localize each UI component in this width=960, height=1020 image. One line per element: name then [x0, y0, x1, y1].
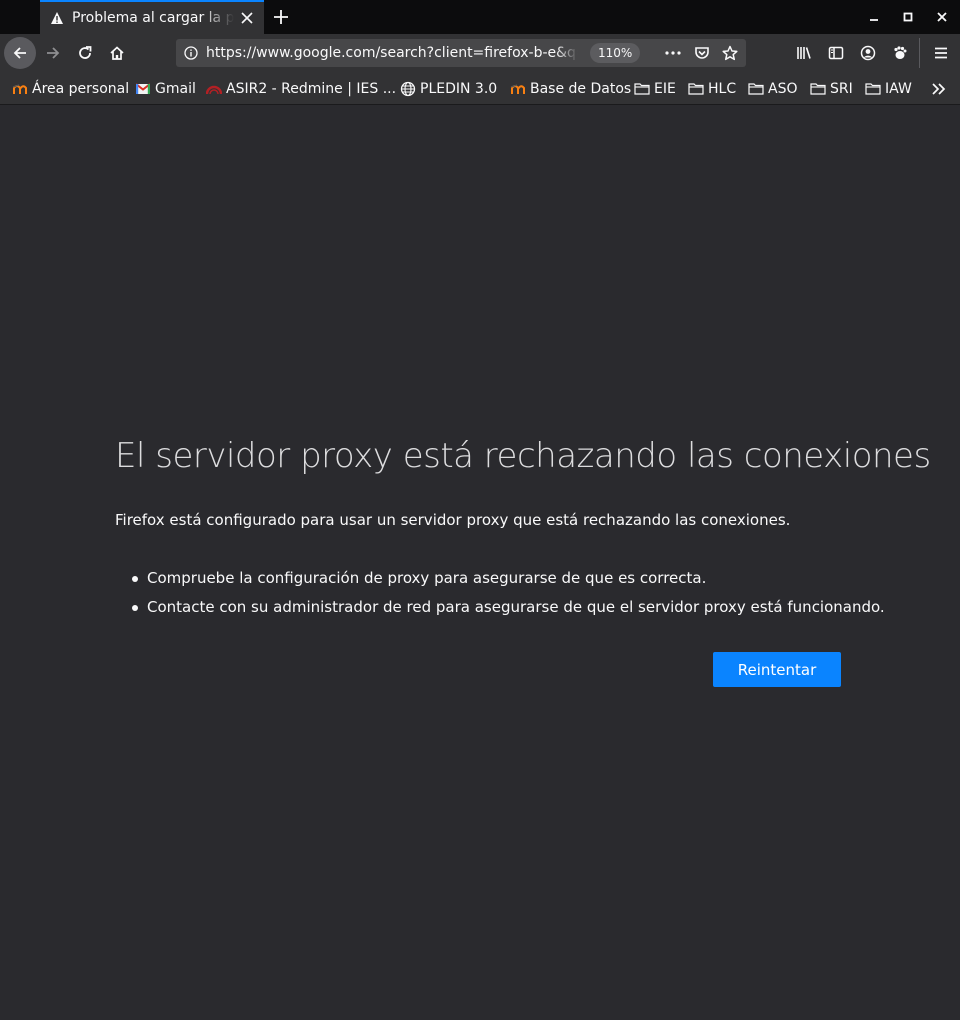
tab-strip: Problema al cargar la página — [0, 0, 960, 34]
bookmark-folder-iaw[interactable]: IAW — [865, 72, 912, 105]
reload-button[interactable] — [70, 38, 100, 68]
bookmark-label: Área personal — [32, 80, 130, 97]
moodle-icon — [12, 81, 28, 97]
close-tab-icon[interactable] — [238, 9, 256, 27]
zoom-level-badge[interactable]: 110% — [590, 43, 641, 63]
bookmark-label: Base de Datos — [530, 80, 632, 97]
gmail-icon — [135, 81, 151, 97]
warning-icon — [50, 11, 64, 25]
bookmark-label: ASO — [768, 80, 798, 97]
bookmark-base-de-datos[interactable]: Base de Datos — [510, 72, 631, 105]
list-item: Compruebe la configuración de proxy para… — [131, 564, 871, 593]
bookmark-label: IAW — [885, 80, 912, 97]
bookmark-gmail[interactable]: Gmail — [135, 72, 196, 105]
maximize-window-button[interactable] — [896, 5, 920, 29]
sidebar-icon[interactable] — [821, 38, 851, 68]
error-title: El servidor proxy está rechazando las co… — [115, 436, 931, 476]
bookmark-folder-aso[interactable]: ASO — [748, 72, 797, 105]
redmine-icon — [206, 81, 222, 97]
retry-button[interactable]: Reintentar — [713, 652, 841, 687]
bookmark-label: PLEDIN 3.0 — [420, 80, 498, 97]
folder-icon — [688, 81, 704, 97]
list-item: Contacte con su administrador de red par… — [131, 593, 885, 622]
home-icon — [110, 46, 124, 60]
folder-icon — [748, 81, 764, 97]
bookmark-asir2-redmine[interactable]: ASIR2 - Redmine | IES ... — [206, 72, 396, 105]
globe-icon — [400, 81, 416, 97]
forward-button[interactable] — [38, 38, 68, 68]
home-button[interactable] — [102, 38, 132, 68]
folder-icon — [634, 81, 650, 97]
info-icon[interactable] — [176, 39, 206, 67]
bookmark-label: ASIR2 - Redmine | IES ... — [226, 80, 397, 97]
bookmark-pledin[interactable]: PLEDIN 3.0 — [400, 72, 497, 105]
bookmark-label: EIE — [654, 80, 676, 97]
library-icon[interactable] — [789, 38, 819, 68]
bookmark-label: HLC — [708, 80, 737, 97]
extension-icon[interactable] — [885, 38, 915, 68]
address-bar[interactable]: https://www.google.com/search?client=fir… — [176, 39, 746, 67]
error-description: Firefox está configurado para usar un se… — [115, 511, 791, 529]
page-actions-icon[interactable] — [659, 39, 687, 67]
toolbar-separator — [919, 38, 920, 68]
account-icon[interactable] — [853, 38, 883, 68]
error-tips-list: Compruebe la configuración de proxy para… — [131, 564, 885, 622]
bookmark-label: Gmail — [155, 80, 196, 97]
bookmark-folder-sri[interactable]: SRI — [810, 72, 853, 105]
bookmark-folder-hlc[interactable]: HLC — [688, 72, 736, 105]
tab-active[interactable]: Problema al cargar la página — [40, 0, 264, 34]
folder-icon — [865, 81, 881, 97]
bookmark-folder-eie[interactable]: EIE — [634, 72, 676, 105]
folder-icon — [810, 81, 826, 97]
arrow-left-icon — [13, 47, 26, 59]
reload-icon — [79, 46, 92, 59]
minimize-window-button[interactable] — [862, 5, 886, 29]
bookmark-label: SRI — [830, 80, 853, 97]
url-input[interactable]: https://www.google.com/search?client=fir… — [206, 45, 578, 61]
bookmark-star-icon[interactable] — [716, 39, 744, 67]
back-button[interactable] — [4, 37, 36, 69]
bookmark-area-personal[interactable]: Área personal — [12, 72, 129, 105]
bookmarks-overflow-chevron-icon[interactable] — [926, 76, 952, 102]
arrow-right-icon — [47, 47, 60, 59]
close-window-button[interactable] — [930, 5, 954, 29]
moodle-icon — [510, 81, 526, 97]
hamburger-menu-icon[interactable] — [926, 38, 956, 68]
pocket-icon[interactable] — [688, 39, 716, 67]
tab-title: Problema al cargar la página — [72, 10, 234, 26]
error-page: El servidor proxy está rechazando las co… — [0, 106, 960, 1020]
new-tab-button[interactable] — [268, 4, 294, 30]
bookmarks-toolbar: Área personal Gmail ASIR2 - Redmine | IE… — [0, 72, 960, 105]
navigation-toolbar: https://www.google.com/search?client=fir… — [0, 34, 960, 72]
